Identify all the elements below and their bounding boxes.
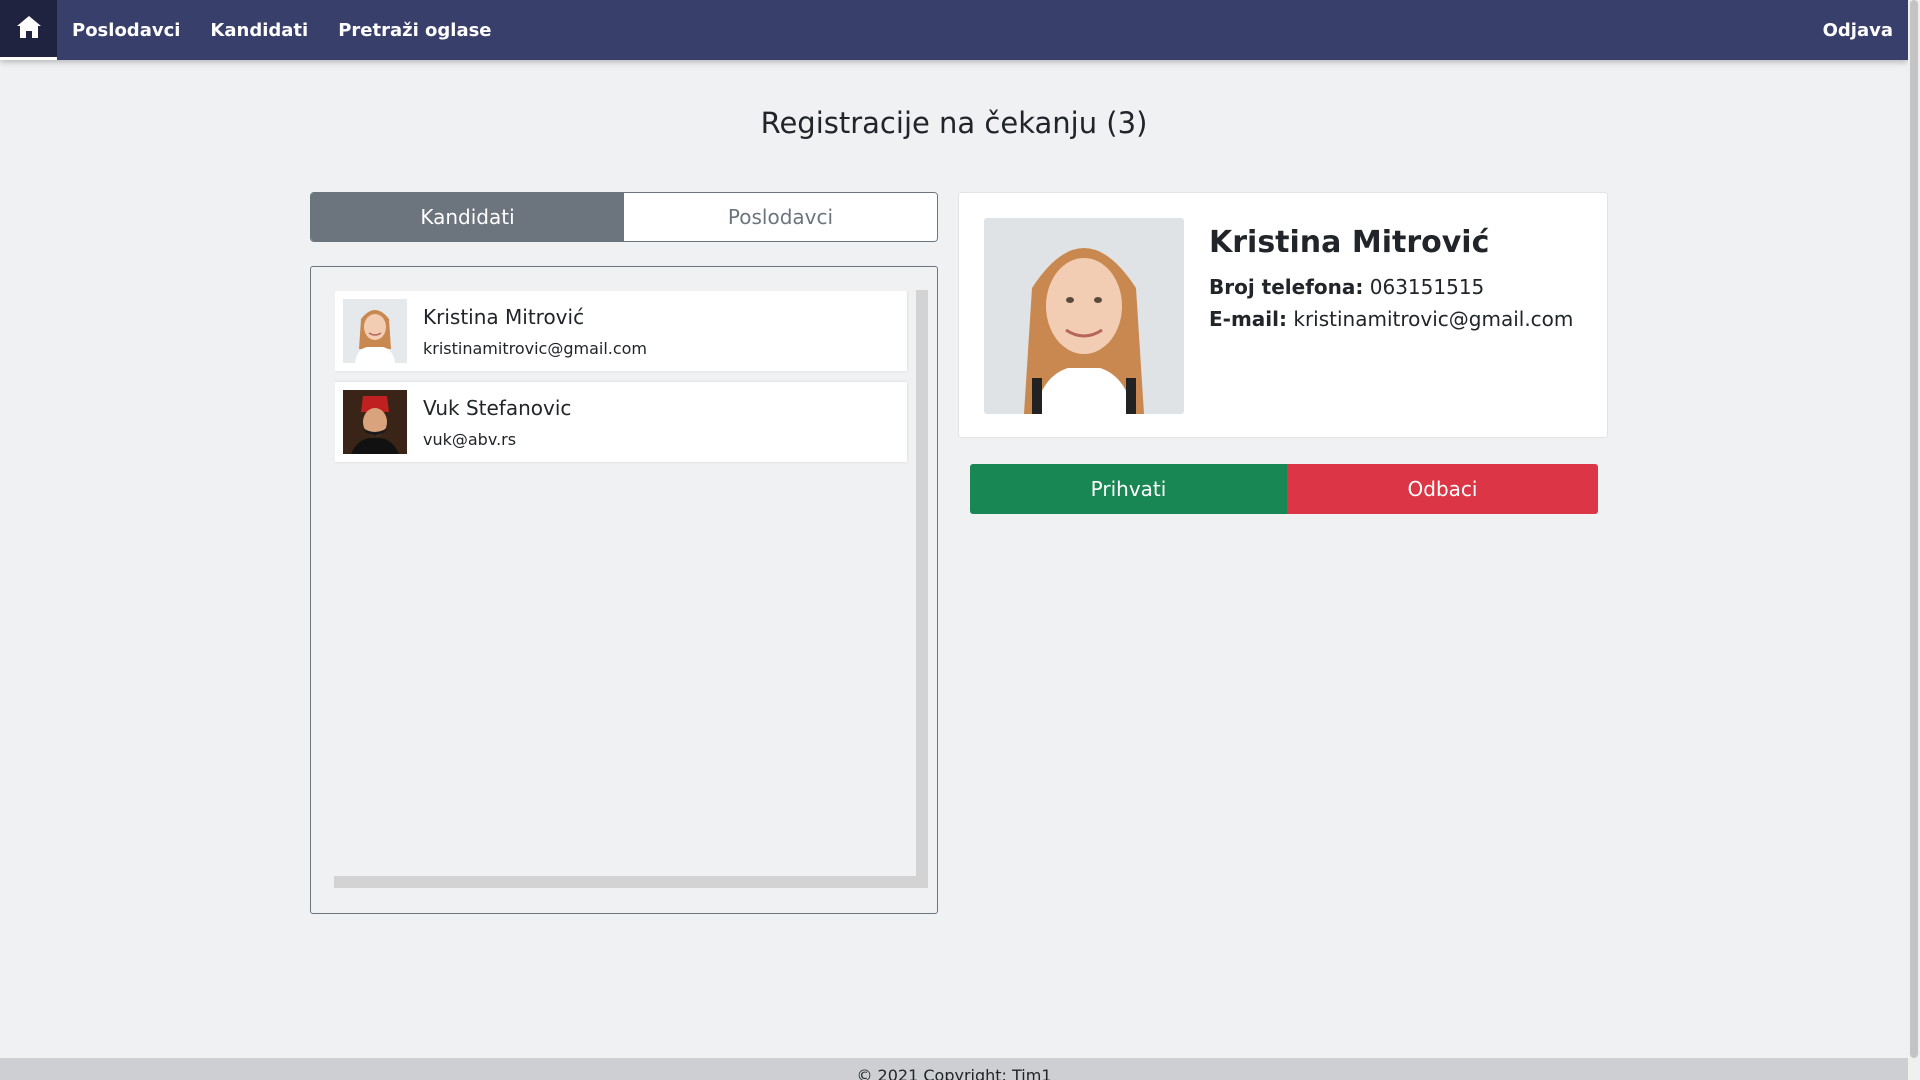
candidate-phone-row: Broj telefona: 063151515 — [1209, 275, 1484, 299]
tab-kandidati[interactable]: Kandidati — [311, 193, 624, 241]
page-title: Registracije na čekanju (3) — [760, 106, 1148, 140]
nav-link-kandidati[interactable]: Kandidati — [210, 20, 308, 41]
nav-link-poslodavci[interactable]: Poslodavci — [72, 20, 180, 41]
candidate-name: Kristina Mitrović — [1209, 225, 1490, 260]
list-vertical-scrollbar[interactable] — [916, 290, 928, 888]
avatar — [343, 299, 407, 363]
nav-link-pretrazi-oglase[interactable]: Pretraži oglase — [338, 20, 491, 41]
candidate-detail-card: Kristina Mitrović Broj telefona: 0631515… — [958, 192, 1608, 438]
reject-button[interactable]: Odbaci — [1287, 464, 1598, 514]
page-scrollbar-thumb[interactable] — [1910, 0, 1918, 1058]
avatar — [343, 390, 407, 454]
list-horizontal-scrollbar[interactable] — [334, 876, 916, 888]
top-navbar: Poslodavci Kandidati Pretraži oglase Odj… — [0, 0, 1908, 60]
page-scrollbar[interactable] — [1908, 0, 1920, 1080]
list-item-email: kristinamitrovic@gmail.com — [423, 339, 648, 358]
tab-poslodavci[interactable]: Poslodavci — [624, 193, 937, 241]
accept-button[interactable]: Prihvati — [970, 464, 1287, 514]
home-button[interactable] — [0, 0, 57, 60]
footer: © 2021 Copyright: Tim1 — [0, 1058, 1908, 1080]
phone-label: Broj telefona: — [1209, 275, 1364, 299]
list-item-email: vuk@abv.rs — [423, 430, 517, 449]
list-item[interactable]: Kristina Mitrović kristinamitrovic@gmail… — [335, 291, 907, 371]
footer-copyright: © 2021 Copyright: Tim1 — [856, 1066, 1052, 1080]
list-item[interactable]: Vuk Stefanovic vuk@abv.rs — [335, 382, 907, 462]
pending-list-panel: Kristina Mitrović kristinamitrovic@gmail… — [310, 266, 938, 914]
email-label: E-mail: — [1209, 307, 1288, 331]
list-item-name: Vuk Stefanovic — [423, 396, 572, 420]
phone-value: 063151515 — [1369, 275, 1485, 299]
logout-link[interactable]: Odjava — [1823, 20, 1893, 41]
list-item-name: Kristina Mitrović — [423, 305, 585, 329]
user-type-tabs: Kandidati Poslodavci — [310, 192, 938, 242]
pending-list[interactable]: Kristina Mitrović kristinamitrovic@gmail… — [335, 291, 915, 891]
scrollbar-corner — [916, 876, 928, 888]
email-value: kristinamitrovic@gmail.com — [1293, 307, 1574, 331]
candidate-email-row: E-mail: kristinamitrovic@gmail.com — [1209, 307, 1573, 331]
home-icon — [16, 15, 42, 43]
candidate-photo — [984, 218, 1184, 414]
